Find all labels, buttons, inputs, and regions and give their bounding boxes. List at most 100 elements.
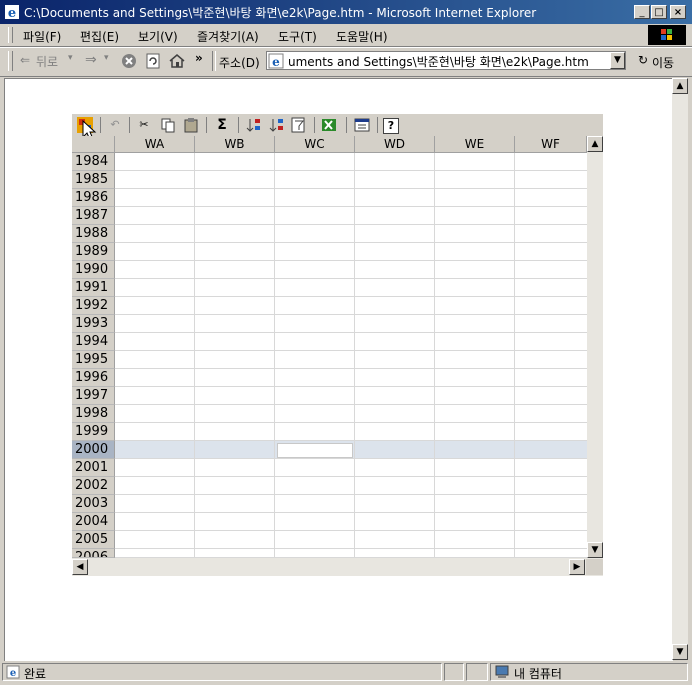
table-row[interactable]	[115, 225, 587, 243]
menu-edit[interactable]: 편집(E)	[80, 28, 119, 45]
table-row[interactable]	[115, 207, 587, 225]
row-header[interactable]: 1986	[72, 189, 115, 207]
forward-button[interactable]: ⇒	[85, 52, 97, 68]
sort-descending-icon[interactable]	[268, 116, 286, 134]
paste-icon[interactable]	[182, 116, 200, 134]
row-header[interactable]: 1990	[72, 261, 115, 279]
grid-line	[354, 153, 355, 558]
autofilter-icon[interactable]	[290, 116, 308, 134]
table-row[interactable]	[115, 423, 587, 441]
active-cell[interactable]	[277, 443, 353, 458]
row-header[interactable]: 1994	[72, 333, 115, 351]
table-row[interactable]	[115, 243, 587, 261]
table-row[interactable]	[115, 531, 587, 549]
export-excel-icon[interactable]	[320, 116, 338, 134]
row-header[interactable]: 1993	[72, 315, 115, 333]
row-header[interactable]: 2001	[72, 459, 115, 477]
sheet-scroll-down-button[interactable]: ▼	[587, 542, 603, 558]
undo-icon[interactable]: ↶	[106, 116, 124, 134]
properties-icon[interactable]	[353, 116, 371, 134]
maximize-button[interactable]: □	[651, 5, 667, 19]
table-row[interactable]	[115, 387, 587, 405]
row-header[interactable]: 2004	[72, 513, 115, 531]
svg-text:e: e	[10, 668, 16, 679]
menu-view[interactable]: 보기(V)	[138, 28, 178, 45]
table-row[interactable]	[115, 477, 587, 495]
row-header[interactable]: 1999	[72, 423, 115, 441]
table-row[interactable]	[115, 189, 587, 207]
column-header[interactable]: WF	[515, 136, 587, 153]
scroll-up-button[interactable]: ▲	[672, 78, 688, 94]
address-label: 주소(D)	[219, 56, 260, 70]
column-header[interactable]: WA	[115, 136, 195, 153]
row-header[interactable]: 2005	[72, 531, 115, 549]
address-input[interactable]: uments and Settings\박준현\바탕 화면\e2k\Page.h…	[288, 53, 589, 70]
refresh-icon[interactable]	[144, 52, 162, 70]
select-all-corner[interactable]	[72, 136, 115, 153]
stop-icon[interactable]	[120, 52, 138, 70]
menu-file[interactable]: 파일(F)	[23, 28, 61, 45]
copy-icon[interactable]	[159, 116, 177, 134]
table-row[interactable]	[115, 333, 587, 351]
row-header[interactable]: 2002	[72, 477, 115, 495]
row-header[interactable]: 1991	[72, 279, 115, 297]
sheet-scroll-right-button[interactable]: ▶	[569, 559, 585, 575]
table-row[interactable]	[115, 351, 587, 369]
column-header[interactable]: WB	[195, 136, 275, 153]
table-row[interactable]	[115, 171, 587, 189]
table-row[interactable]	[115, 513, 587, 531]
toolbar-separator	[314, 117, 315, 133]
table-row[interactable]	[115, 153, 587, 171]
go-arrow-icon[interactable]: ↻	[638, 53, 648, 67]
table-row[interactable]	[115, 279, 587, 297]
back-button[interactable]: 뒤로	[36, 53, 58, 70]
table-row[interactable]	[115, 261, 587, 279]
autosum-icon[interactable]: Σ	[213, 116, 231, 134]
menu-help[interactable]: 도움말(H)	[336, 28, 388, 45]
row-header[interactable]: 1997	[72, 387, 115, 405]
table-row[interactable]	[115, 495, 587, 513]
grid-line	[274, 153, 275, 558]
table-row[interactable]	[115, 549, 587, 558]
table-row[interactable]	[115, 369, 587, 387]
row-header[interactable]: 1995	[72, 351, 115, 369]
row-header[interactable]: 1996	[72, 369, 115, 387]
toolbar-more-button[interactable]: »	[195, 51, 203, 65]
go-button[interactable]: 이동	[652, 54, 674, 71]
forward-dropdown-icon[interactable]: ▾	[104, 53, 109, 63]
row-header[interactable]: 2003	[72, 495, 115, 513]
row-header[interactable]: 1984	[72, 153, 115, 171]
row-header[interactable]: 1987	[72, 207, 115, 225]
home-icon[interactable]	[168, 52, 186, 70]
row-header[interactable]: 1988	[72, 225, 115, 243]
menu-favorites[interactable]: 즐겨찾기(A)	[197, 28, 259, 45]
column-header[interactable]: WD	[355, 136, 435, 153]
page-vertical-scrollbar[interactable]: ▲ ▼	[672, 78, 688, 660]
row-header[interactable]: 1989	[72, 243, 115, 261]
scroll-down-button[interactable]: ▼	[672, 644, 688, 660]
sheet-scroll-left-button[interactable]: ◀	[72, 559, 88, 575]
help-icon[interactable]: ?	[383, 118, 399, 134]
back-dropdown-icon[interactable]: ▾	[68, 53, 73, 63]
minimize-button[interactable]: _	[634, 5, 650, 19]
column-header[interactable]: WC	[275, 136, 355, 153]
row-header[interactable]: 2006	[72, 549, 115, 558]
column-header[interactable]: WE	[435, 136, 515, 153]
row-header[interactable]: 1998	[72, 405, 115, 423]
table-row[interactable]	[115, 405, 587, 423]
toolbar-separator	[212, 51, 216, 71]
menu-tools[interactable]: 도구(T)	[278, 28, 317, 45]
cut-icon[interactable]: ✂	[135, 116, 153, 134]
sheet-horizontal-scrollbar[interactable]: ◀ ▶	[72, 558, 603, 576]
address-dropdown-button[interactable]: ▼	[610, 52, 625, 69]
table-row[interactable]	[115, 297, 587, 315]
table-row[interactable]	[115, 459, 587, 477]
table-row[interactable]	[115, 315, 587, 333]
row-header[interactable]: 2000	[72, 441, 115, 459]
sheet-scroll-up-button[interactable]: ▲	[587, 136, 603, 152]
sheet-vertical-scrollbar[interactable]: ▲ ▼	[587, 136, 603, 558]
sort-ascending-icon[interactable]	[245, 116, 263, 134]
row-header[interactable]: 1992	[72, 297, 115, 315]
close-button[interactable]: ×	[670, 5, 686, 19]
row-header[interactable]: 1985	[72, 171, 115, 189]
